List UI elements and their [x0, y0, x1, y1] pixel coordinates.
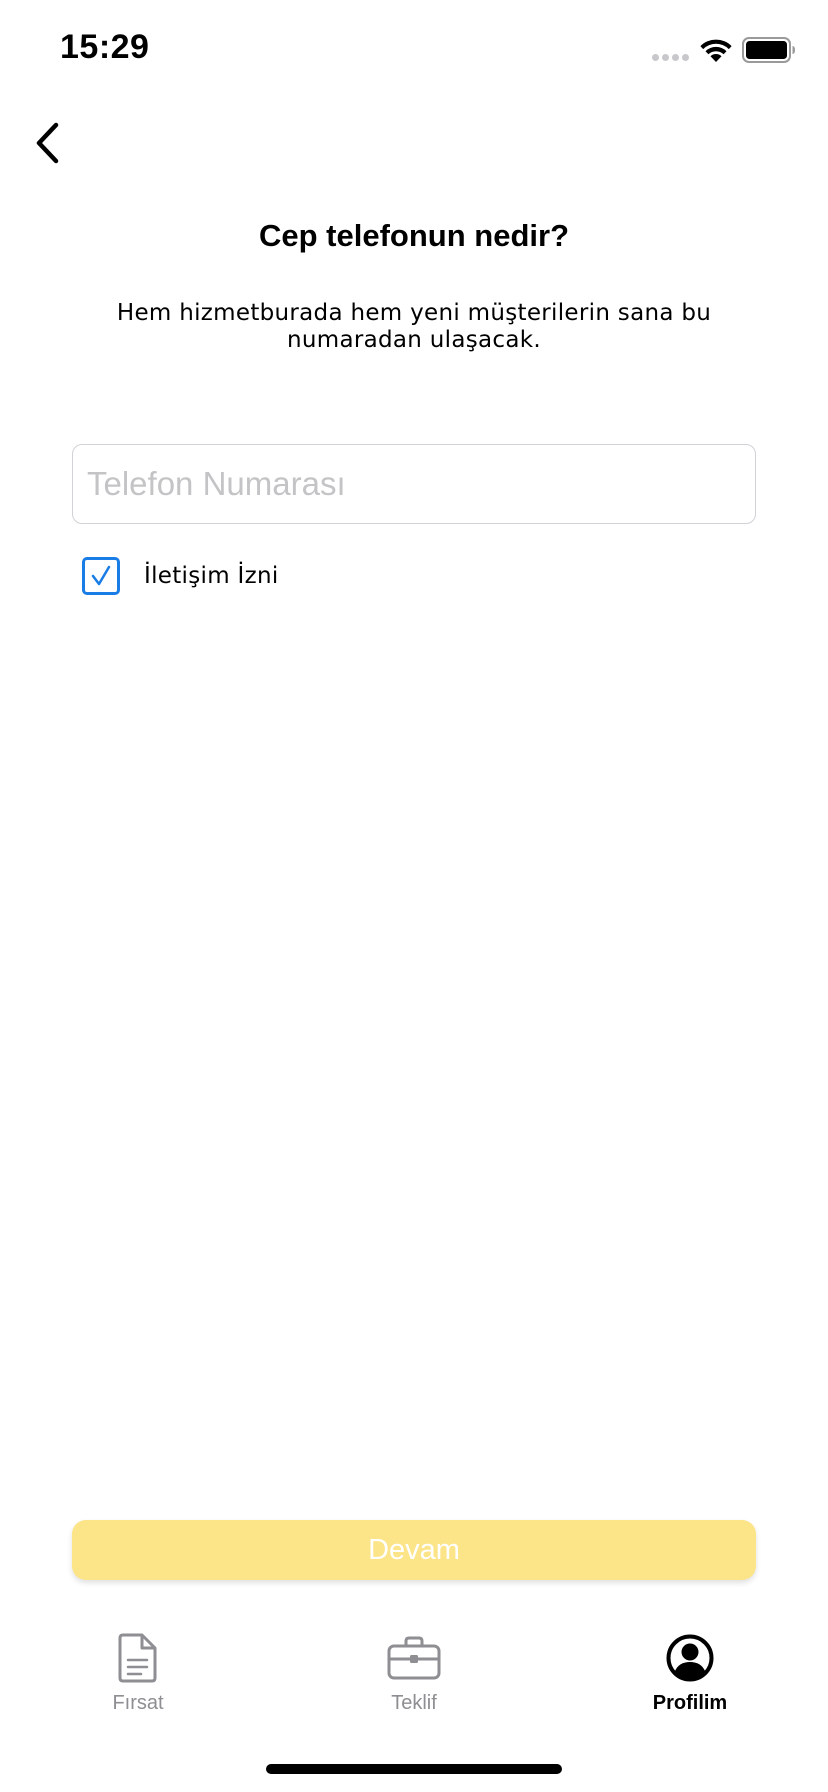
tab-profilim[interactable]: Profilim — [610, 1630, 770, 1730]
chevron-left-icon — [36, 122, 59, 164]
continue-button[interactable]: Devam — [72, 1520, 756, 1580]
subtitle-text: Hem hizmetburada hem yeni müşterilerin s… — [116, 300, 712, 353]
page-title: Cep telefonun nedir? — [259, 218, 569, 253]
tab-label: Fırsat — [112, 1692, 164, 1714]
status-time: 15:29 — [60, 28, 150, 66]
checkmark-icon — [91, 565, 111, 586]
battery-icon — [742, 37, 795, 63]
back-button[interactable] — [20, 115, 76, 171]
tab-bar: Fırsat Teklif Profilim — [0, 1630, 828, 1730]
contact-permission-checkbox[interactable] — [82, 557, 120, 595]
home-indicator — [266, 1764, 562, 1774]
contact-permission-checkbox-row[interactable]: İletişim İzni — [82, 557, 279, 595]
tab-firsat[interactable]: Fırsat — [58, 1630, 218, 1730]
tab-label: Profilim — [652, 1692, 728, 1714]
cellular-signal-icon — [652, 54, 689, 61]
contact-permission-label: İletişim İzni — [144, 563, 279, 589]
profile-icon — [662, 1630, 718, 1686]
tab-teklif[interactable]: Teklif — [334, 1630, 494, 1730]
briefcase-icon — [386, 1630, 442, 1686]
status-bar: 15:29 — [0, 0, 828, 100]
tab-label: Teklif — [391, 1692, 437, 1714]
phone-number-input[interactable] — [72, 444, 756, 524]
wifi-icon — [700, 39, 732, 62]
document-icon — [110, 1630, 166, 1686]
